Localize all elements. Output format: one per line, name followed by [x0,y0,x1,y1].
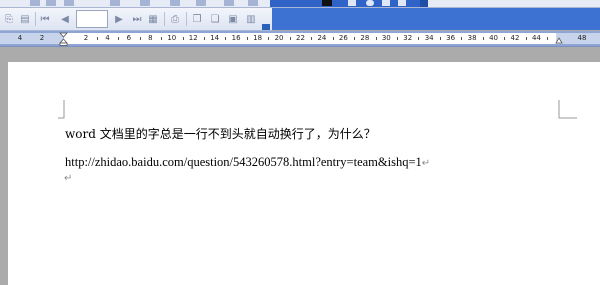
toolbar-icon[interactable] [248,0,258,6]
toolbar-icon[interactable] [382,0,390,6]
toolbar-options-chevron-icon[interactable] [262,24,270,30]
toolbar-icon[interactable] [30,0,40,6]
word-window: ⎘ ▤ ⏮ ◀ ▶ ⏭ ▦ ⎙ ❐ ❏ ▣ ▥ 4 2 2 4 6 8 10 12 14 16 18… [0,0,600,285]
ruler-label: 24 [317,34,327,42]
ruler-label: 28 [360,34,370,42]
ruler-tick [182,37,184,40]
ruler-tick [161,37,163,40]
ruler-label: 14 [210,34,220,42]
ruler-label: 26 [338,34,348,42]
ruler-tick [289,37,291,40]
ruler-tick [397,37,399,40]
ruler-label: 12 [188,34,198,42]
toolbar-icon[interactable] [170,0,180,6]
ruler-tick [504,37,506,40]
toolbar-options-chevron-icon[interactable] [420,0,428,7]
ruler-label: 4 [105,34,110,42]
document-text: http://zhidao.baidu.com/question/5432605… [65,155,422,169]
toolbar-icon[interactable] [46,0,56,6]
ruler-label: 32 [403,34,413,42]
ruler-label: 44 [531,34,541,42]
format-icon[interactable]: ▣ [226,12,240,26]
ruler-label: 2 [39,34,45,42]
right-indent-marker-icon[interactable] [555,37,563,45]
paragraph-mark-icon: ↵ [64,173,73,184]
ruler-tick [96,37,98,40]
paste-icon[interactable]: ❏ [208,12,222,26]
toolbar-icon[interactable] [64,0,74,6]
toolbar-icon[interactable] [348,0,356,6]
ruler-label: 10 [167,34,177,42]
ruler-tick [203,37,205,40]
document-text: word 文档里的字总是一行不到头就自动换行了，为什么？ [65,127,376,141]
ruler-tick [525,37,527,40]
toolbar-icon[interactable]: ⎘ [2,12,16,26]
ruler-label: 22 [296,34,305,42]
ruler-tick [332,37,334,40]
ruler-tick [418,37,420,40]
toolbar-icon[interactable] [398,0,406,6]
last-page-icon[interactable]: ⏭ [130,12,144,26]
ruler-label: 30 [381,34,391,42]
toolbar-icon[interactable] [140,0,150,6]
ruler-tick [246,37,248,40]
font-color-icon[interactable] [322,0,332,6]
ruler-label: 16 [231,34,241,42]
paragraph-mark-icon: ↵ [421,158,431,169]
reviewing-toolbar: ⎘ ▤ ⏮ ◀ ▶ ⏭ ▦ ⎙ ❐ ❏ ▣ ▥ [0,8,272,31]
toolbar-icon[interactable] [366,0,374,6]
separator [186,12,187,26]
ruler-tick [439,37,441,40]
document-line[interactable]: word 文档里的字总是一行不到头就自动换行了，为什么？ [65,126,376,142]
zoom-icon[interactable]: ▥ [244,12,258,26]
separator [164,12,165,26]
ruler-label: 2 [83,34,89,42]
toolbar-background [270,0,425,7]
ruler-label: 34 [424,34,434,42]
ruler-tick [482,37,484,40]
ruler-label: 42 [510,34,520,42]
next-page-icon[interactable]: ▶ [112,12,126,26]
ruler-label: 8 [148,34,153,42]
page-view-icon[interactable]: ▦ [146,12,160,26]
ruler-label: 40 [489,34,499,42]
ruler-tick [139,37,141,40]
indent-marker-icon[interactable] [59,31,68,46]
ruler-label: 38 [467,34,477,42]
ruler-tick [354,37,356,40]
document-page[interactable] [8,62,600,285]
ruler-label: 6 [126,34,132,42]
toolbar-icon[interactable] [224,0,234,6]
toolbar-background [272,8,600,30]
previous-page-icon[interactable]: ◀ [58,12,72,26]
document-line[interactable]: http://zhidao.baidu.com/question/5432605… [65,154,430,172]
ruler-tick [225,37,227,40]
separator [35,12,36,26]
margin-corner-mark [58,100,65,119]
ruler-label: 48 [577,34,587,42]
ruler-tick [268,37,270,40]
ruler-tick [375,37,377,40]
ruler-tick [547,37,549,40]
copy-icon[interactable]: ❐ [190,12,204,26]
ruler-label: 4 [17,34,23,42]
ruler-tick [461,37,463,40]
toolbar-icon[interactable]: ▤ [18,12,32,26]
ruler-left-margin [0,33,64,44]
ruler-tick [118,37,120,40]
ruler-label: 18 [253,34,263,42]
ruler-tick [311,37,313,40]
print-icon[interactable]: ⎙ [168,12,182,26]
toolbar-icon[interactable] [196,0,206,6]
page-number-field[interactable] [76,10,108,28]
toolbar-icon[interactable] [110,0,120,6]
first-page-icon[interactable]: ⏮ [38,12,52,26]
ruler-label: 36 [446,34,456,42]
margin-corner-mark [558,100,577,119]
ruler-label: 20 [274,34,284,42]
